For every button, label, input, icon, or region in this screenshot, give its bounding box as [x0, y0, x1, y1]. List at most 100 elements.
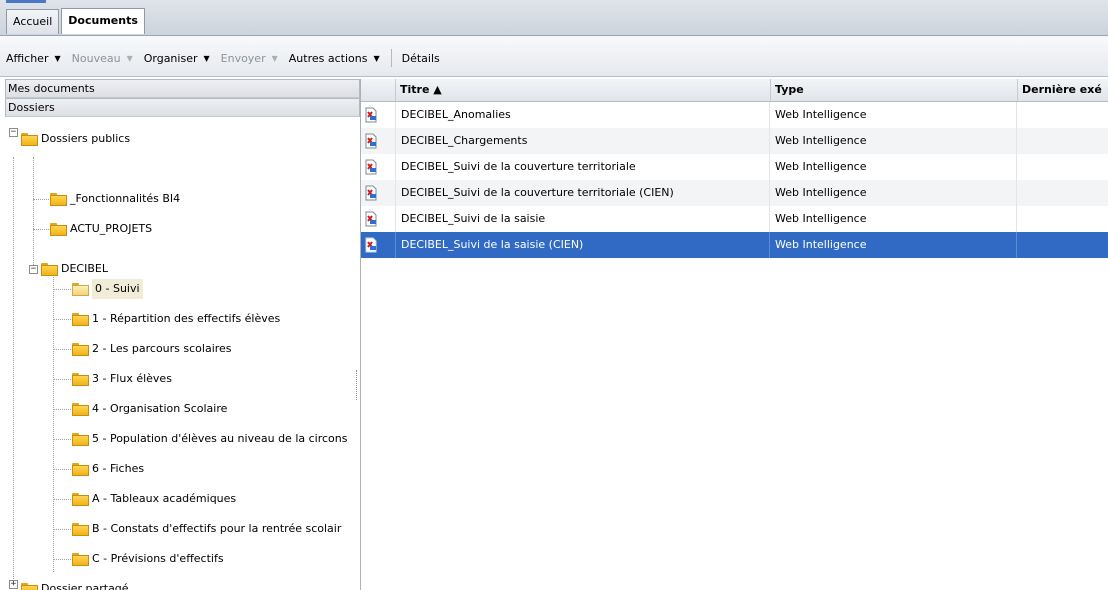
nouveau-label: Nouveau	[71, 51, 121, 65]
tab-accueil[interactable]: Accueil	[6, 9, 60, 34]
tree-node-label: DECIBEL	[61, 262, 108, 275]
list-header: Titre ▲ Type Dernière exé	[361, 79, 1108, 102]
tree-node-label: 3 - Flux élèves	[92, 372, 172, 385]
tree-node-label: _Fonctionnalités BI4	[70, 192, 181, 205]
tree-node-6-fiches[interactable]: 6 - Fiches	[72, 459, 144, 479]
row-title: DECIBEL_Suivi de la saisie	[396, 206, 770, 232]
folder-icon	[72, 342, 89, 356]
nouveau-menu-button[interactable]: Nouveau ▼	[72, 52, 133, 65]
toolbar-separator	[390, 49, 392, 67]
folder-icon	[72, 552, 89, 566]
autres-actions-menu-button[interactable]: Autres actions ▼	[289, 52, 380, 65]
tree-node-dossiers-publics[interactable]: Dossiers publics	[21, 129, 130, 149]
table-row[interactable]: DECIBEL_Suivi de la saisie Web Intellige…	[361, 206, 1108, 232]
tree-line	[53, 319, 73, 320]
chevron-down-icon: ▼	[203, 53, 210, 63]
tree-line	[53, 409, 73, 410]
dossiers-header[interactable]: Dossiers	[5, 98, 360, 117]
panel-splitter-handle[interactable]	[356, 370, 360, 400]
tree-line	[33, 229, 51, 230]
row-type: Web Intelligence	[771, 232, 1017, 258]
row-icon-cell	[361, 206, 396, 232]
column-header-type[interactable]: Type	[771, 79, 1018, 101]
webi-document-icon	[365, 159, 377, 175]
tree-node-5-population[interactable]: 5 - Population d'élèves au niveau de la …	[72, 429, 347, 449]
tree-node-fonctionnalites-bi4[interactable]: _Fonctionnalités BI4	[50, 189, 180, 209]
tree-expander-icon[interactable]: −	[29, 265, 38, 274]
folder-icon	[50, 222, 67, 236]
envoyer-menu-button[interactable]: Envoyer ▼	[221, 52, 278, 65]
row-last-run	[1018, 206, 1108, 232]
row-icon-cell	[361, 154, 396, 180]
tree-expander-icon[interactable]: −	[9, 128, 18, 137]
table-row[interactable]: DECIBEL_Suivi de la couverture territori…	[361, 180, 1108, 206]
chevron-down-icon: ▼	[373, 53, 380, 63]
tree-line	[53, 277, 54, 572]
row-title: DECIBEL_Suivi de la couverture territori…	[396, 154, 770, 180]
tree-line	[53, 289, 73, 290]
row-icon-cell	[361, 232, 396, 258]
row-last-run	[1018, 154, 1108, 180]
tree-expander-icon[interactable]: +	[9, 580, 18, 589]
tree-node-2-parcours[interactable]: 2 - Les parcours scolaires	[72, 339, 232, 359]
afficher-menu-button[interactable]: Afficher ▼	[6, 52, 61, 65]
table-row[interactable]: DECIBEL_Anomalies Web Intelligence	[361, 102, 1108, 128]
row-last-run	[1018, 128, 1108, 154]
webi-document-icon	[365, 185, 377, 201]
row-type: Web Intelligence	[771, 102, 1017, 128]
chevron-down-icon: ▼	[271, 53, 278, 63]
details-label: Détails	[401, 51, 440, 65]
details-button[interactable]: Détails	[402, 52, 440, 65]
table-row-selected[interactable]: DECIBEL_Suivi de la saisie (CIEN) Web In…	[361, 232, 1108, 258]
tree-node-decibel[interactable]: DECIBEL	[41, 259, 108, 279]
webi-document-icon	[365, 133, 377, 149]
folder-icon	[72, 432, 89, 446]
icon-column-header	[361, 79, 396, 101]
tree-node-a-tableaux[interactable]: A - Tableaux académiques	[72, 489, 236, 509]
folder-icon	[72, 462, 89, 476]
tree-node-0-suivi[interactable]: 0 - Suivi	[72, 279, 143, 299]
tree-node-1-repartition[interactable]: 1 - Répartition des effectifs élèves	[72, 309, 280, 329]
folder-icon	[72, 492, 89, 506]
tree-node-label: ACTU_PROJETS	[70, 222, 153, 235]
folder-tree: − − + Dossiers publics _Fonctionnalités …	[5, 117, 360, 590]
chevron-down-icon: ▼	[126, 53, 133, 63]
tab-bar-accent	[6, 0, 46, 3]
tree-node-4-organisation[interactable]: 4 - Organisation Scolaire	[72, 399, 227, 419]
row-title: DECIBEL_Suivi de la couverture territori…	[396, 180, 770, 206]
mes-documents-header[interactable]: Mes documents	[5, 79, 360, 98]
tree-node-label: Dossiers publics	[41, 132, 131, 145]
tree-node-label: C - Prévisions d'effectifs	[92, 552, 224, 565]
tree-node-label: 1 - Répartition des effectifs élèves	[92, 312, 281, 325]
navigation-panel: Mes documents Dossiers − − + Dossiers pu…	[5, 79, 361, 590]
folder-open-icon	[72, 282, 89, 296]
table-row[interactable]: DECIBEL_Chargements Web Intelligence	[361, 128, 1108, 154]
row-title: DECIBEL_Chargements	[396, 128, 770, 154]
tree-node-label: 2 - Les parcours scolaires	[92, 342, 232, 355]
tree-line	[53, 499, 73, 500]
folder-icon	[21, 132, 38, 146]
row-type: Web Intelligence	[771, 180, 1017, 206]
tree-node-label: 5 - Population d'élèves au niveau de la …	[92, 432, 348, 445]
tree-line	[13, 157, 14, 590]
document-list-panel: Titre ▲ Type Dernière exé DECIBEL_Anomal…	[361, 79, 1108, 590]
tree-node-c-previsions[interactable]: C - Prévisions d'effectifs	[72, 549, 224, 569]
row-title: DECIBEL_Anomalies	[396, 102, 770, 128]
tab-strip: Accueil Documents	[6, 8, 147, 34]
tree-node-actu-projets[interactable]: ACTU_PROJETS	[50, 219, 152, 239]
tree-node-3-flux[interactable]: 3 - Flux élèves	[72, 369, 172, 389]
tree-line	[53, 349, 73, 350]
envoyer-label: Envoyer	[220, 51, 266, 65]
tab-documents[interactable]: Documents	[61, 8, 145, 34]
tree-line	[53, 469, 73, 470]
app-tab-bar: Accueil Documents	[0, 0, 1108, 36]
table-row[interactable]: DECIBEL_Suivi de la couverture territori…	[361, 154, 1108, 180]
organiser-menu-button[interactable]: Organiser ▼	[144, 52, 210, 65]
folder-icon	[72, 312, 89, 326]
tree-node-label: 6 - Fiches	[92, 462, 145, 475]
tree-node-label: 0 - Suivi	[92, 279, 143, 299]
tree-node-b-constats[interactable]: B - Constats d'effectifs pour la rentrée…	[72, 519, 341, 539]
column-header-derniere-execution[interactable]: Dernière exé	[1018, 79, 1108, 101]
tree-node-dossier-partage[interactable]: Dossier partagé	[21, 579, 129, 590]
column-header-titre[interactable]: Titre ▲	[396, 79, 771, 101]
